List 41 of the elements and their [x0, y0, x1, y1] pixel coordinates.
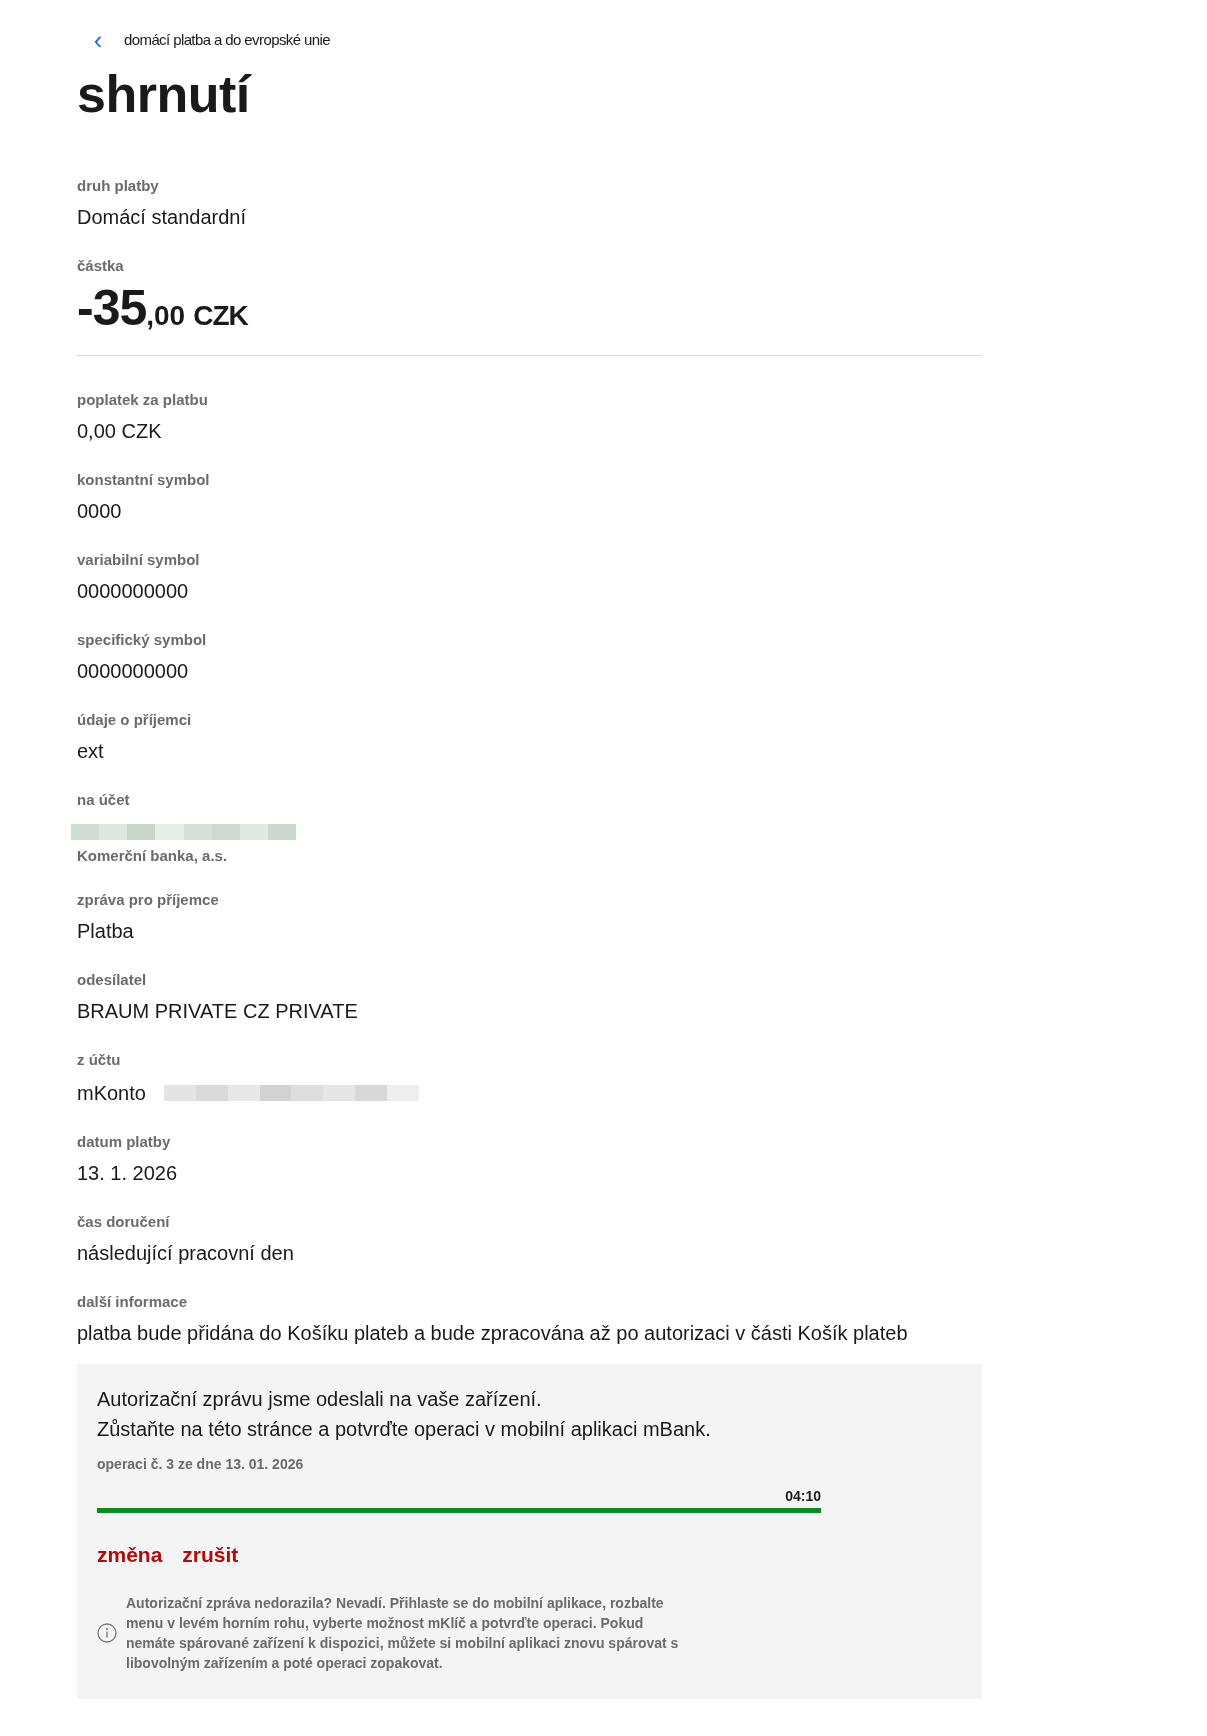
action-link[interactable]: změna: [97, 1539, 163, 1571]
field-value: 0000: [77, 499, 123, 524]
field-label: odesílatel: [77, 970, 148, 990]
countdown-timer: 04:10: [785, 1488, 821, 1504]
field-label: částka: [77, 256, 125, 276]
page-title: shrnutí: [77, 64, 253, 124]
field-label: z účtu: [77, 1050, 122, 1070]
field-value: Platba: [77, 919, 135, 944]
amount-currency: CZK: [193, 299, 248, 333]
back-button[interactable]: ‹: [90, 27, 106, 53]
field-label: na účet: [77, 790, 131, 810]
amount-decimals: ,00: [146, 300, 186, 333]
info-text: Autorizační zpráva nedorazila? Nevadí. Přihlaste se do mobilní aplikace, rozbalte menu v levém horním rohu, vyberte možnost mKlíč a potvrďte operaci. Pokud nemáte spárované zařízení k dispozici, můžete si mobilní aplikaci znovu spárovat s libovolným zařízením a poté operaci zopakovat.: [126, 1593, 680, 1673]
amount-integer: -35: [77, 280, 147, 336]
action-link[interactable]: zrušit: [182, 1539, 239, 1571]
field-value: Domácí standardní: [77, 205, 247, 230]
authorization-message: Zůstaňte na této stránce a potvrďte operaci v mobilní aplikaci mBank.: [97, 1417, 712, 1442]
authorization-message: Autorizační zprávu jsme odeslali na vaše zařízení.: [97, 1387, 543, 1412]
field-label: čas doručení: [77, 1212, 171, 1232]
field-value: 0000000000: [77, 659, 190, 684]
field-label: konstantní symbol: [77, 470, 211, 490]
field-value: BRAUM PRIVATE CZ PRIVATE: [77, 999, 359, 1024]
field-value: následující pracovní den: [77, 1241, 295, 1266]
field-label: další informace: [77, 1292, 189, 1312]
breadcrumb-title: domácí platba a do evropské unie: [124, 29, 330, 50]
field-label: zpráva pro příjemce: [77, 890, 220, 910]
info-icon: [97, 1622, 117, 1643]
field-label: datum platby: [77, 1132, 172, 1152]
field-label: údaje o příjemci: [77, 710, 193, 730]
field-label: druh platby: [77, 176, 160, 196]
field-label: poplatek za platbu: [77, 390, 209, 410]
field-value: platba bude přidána do Košíku plateb a bude zpracována až po autorizaci v části Košík plateb: [77, 1321, 909, 1346]
operation-info: operaci č. 3 ze dne 13. 01. 2026: [97, 1455, 305, 1474]
field-value: mKonto: [77, 1081, 146, 1106]
field-value: 0000000000: [77, 579, 190, 604]
field-value: 0,00 CZK: [77, 419, 163, 444]
field-value: ext: [77, 739, 105, 764]
field-label: variabilní symbol: [77, 550, 201, 570]
field-value: 13. 1. 2026: [77, 1161, 179, 1186]
bank-name: Komerční banka, a.s.: [77, 846, 229, 866]
field-label: specifický symbol: [77, 630, 208, 650]
